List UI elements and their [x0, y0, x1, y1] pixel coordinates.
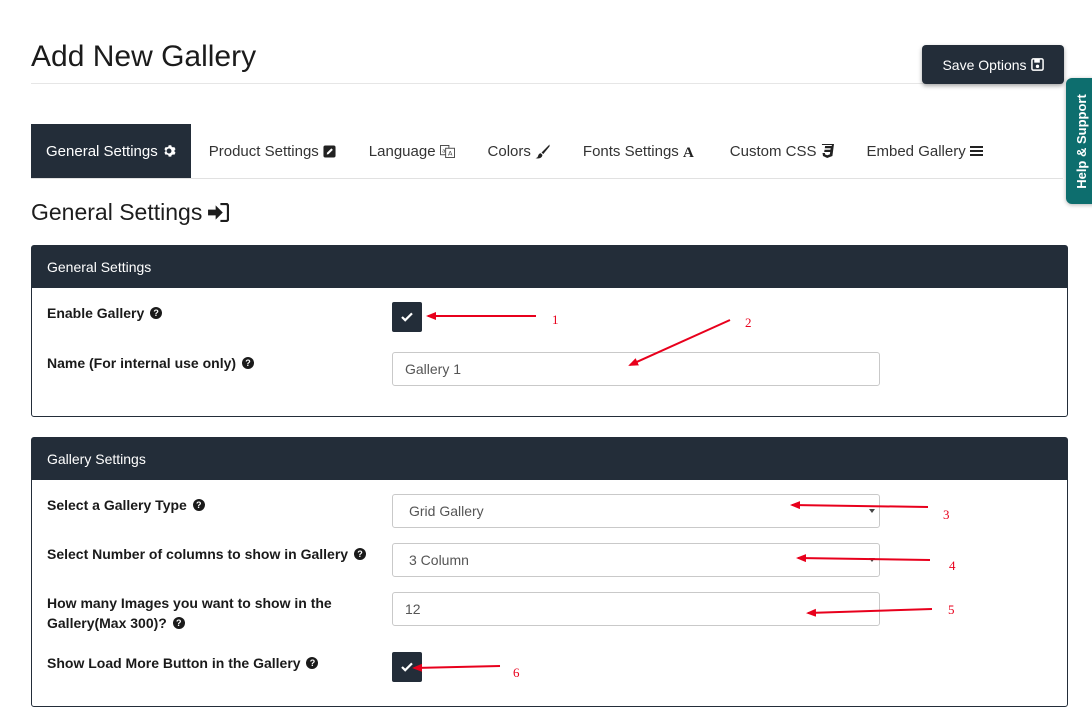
question-circle-icon: ?: [172, 617, 185, 630]
question-circle-icon: ?: [306, 657, 319, 670]
menu-icon: [969, 146, 983, 156]
images-count-label: How many Images you want to show in the …: [47, 595, 332, 631]
columns-select[interactable]: 3 Column: [392, 543, 880, 577]
settings-tabs: General Settings Product Settings Langua…: [31, 124, 1063, 179]
css3-icon: [821, 144, 834, 158]
question-circle-icon: ?: [241, 357, 254, 370]
svg-text:a: a: [442, 148, 445, 154]
gallery-name-label: Name (For internal use only) ?: [47, 353, 254, 373]
check-icon: [401, 662, 413, 672]
annotation-number-1: 1: [552, 312, 559, 327]
tab-language[interactable]: Language a A: [354, 124, 470, 178]
general-settings-panel: General Settings Enable Gallery ? Name (…: [31, 245, 1068, 417]
gallery-settings-panel: Gallery Settings Select a Gallery Type ?…: [31, 437, 1068, 707]
caret-down-icon: [869, 558, 875, 562]
annotation-number-2: 2: [745, 315, 752, 330]
question-circle-icon: ?: [150, 307, 163, 320]
columns-label: Select Number of columns to show in Gall…: [47, 544, 366, 564]
tab-custom-css[interactable]: Custom CSS: [715, 124, 849, 178]
save-options-button[interactable]: Save Options: [922, 45, 1064, 84]
gear-icon: [164, 145, 176, 157]
svg-text:A: A: [448, 149, 453, 157]
svg-text:A: A: [683, 145, 694, 158]
save-label: Save Options: [942, 56, 1027, 73]
tab-fonts-settings[interactable]: Fonts Settings A: [568, 124, 712, 178]
help-support-label: Help & Support: [1073, 93, 1089, 189]
question-circle-icon: ?: [192, 499, 205, 512]
sign-in-icon: [208, 202, 230, 222]
font-icon: A: [683, 145, 694, 158]
language-icon: a A: [439, 144, 455, 158]
tab-colors[interactable]: Colors: [473, 124, 565, 178]
question-circle-icon: ?: [353, 548, 366, 561]
panel-header: General Settings: [32, 246, 1067, 288]
annotation-number-5: 5: [948, 602, 955, 617]
images-count-input[interactable]: 12: [392, 592, 880, 626]
gallery-type-select[interactable]: Grid Gallery: [392, 494, 880, 528]
caret-down-icon: [869, 509, 875, 513]
tab-embed-gallery[interactable]: Embed Gallery: [852, 124, 998, 178]
gallery-type-label: Select a Gallery Type ?: [47, 495, 205, 515]
brush-icon: [535, 143, 550, 158]
check-icon: [401, 312, 413, 322]
enable-gallery-checkbox[interactable]: [392, 302, 422, 332]
help-support-tab[interactable]: Help & Support: [1066, 78, 1092, 204]
annotation-number-4: 4: [949, 558, 956, 573]
enable-gallery-label: Enable Gallery ?: [47, 303, 163, 323]
title-divider: [31, 83, 1063, 84]
tab-product-settings[interactable]: Product Settings: [194, 124, 351, 178]
annotation-number-6: 6: [513, 665, 520, 680]
edit-icon: [323, 144, 336, 158]
annotation-number-3: 3: [943, 507, 950, 522]
panel-header: Gallery Settings: [32, 438, 1067, 480]
load-more-checkbox[interactable]: [392, 652, 422, 682]
section-title: General Settings: [31, 196, 230, 228]
load-more-label: Show Load More Button in the Gallery ?: [47, 653, 319, 673]
tab-general-settings[interactable]: General Settings: [31, 124, 191, 178]
gallery-name-input[interactable]: Gallery 1: [392, 352, 880, 386]
page-title: Add New Gallery: [31, 40, 257, 73]
floppy-disk-icon: [1030, 58, 1044, 71]
